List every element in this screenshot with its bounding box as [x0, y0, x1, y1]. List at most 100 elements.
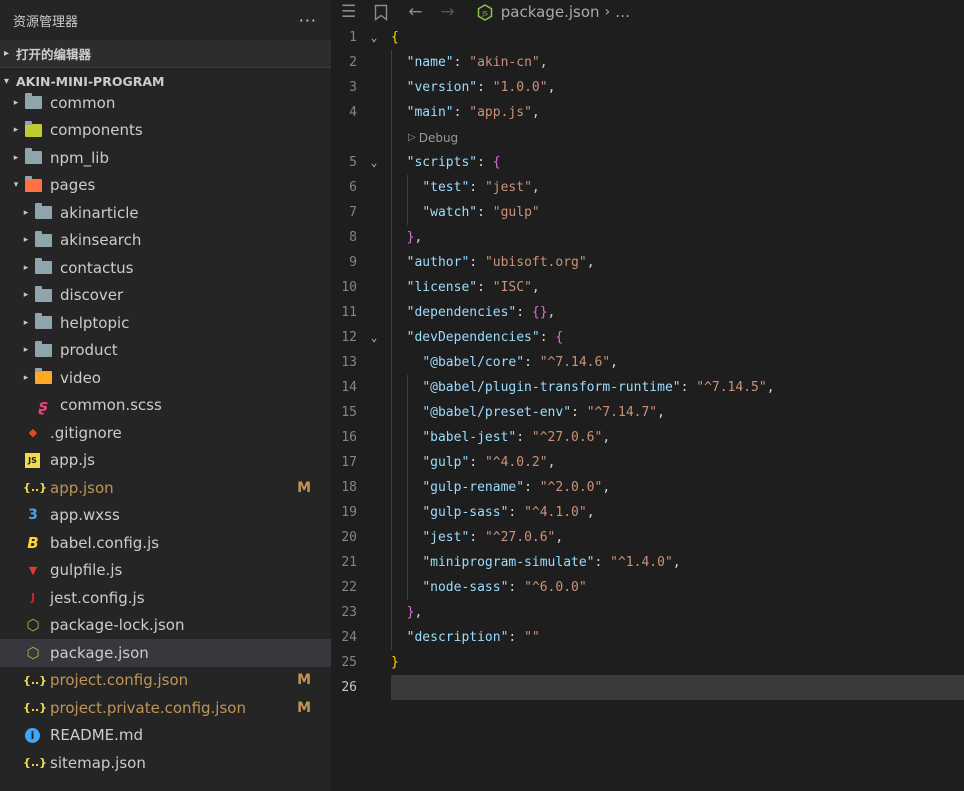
- chevron-right-icon[interactable]: ▸: [8, 125, 24, 135]
- chevron-right-icon[interactable]: ▸: [18, 373, 34, 383]
- fold-chevron-icon[interactable]: ⌄: [357, 156, 391, 169]
- file-tree: ▸ common ▸ components ▸ npm_lib ▾ pages ▸ akinart…: [0, 89, 331, 777]
- tree-item[interactable]: ▸ common: [0, 89, 331, 117]
- code-token: "version": [406, 80, 478, 95]
- code-content: "devDependencies": {: [391, 325, 964, 350]
- chevron-right-icon[interactable]: ▸: [18, 318, 34, 328]
- code-line[interactable]: 13 "@babel/core": "^7.14.6",: [331, 350, 964, 375]
- tree-item[interactable]: Jjest.config.js: [0, 584, 331, 612]
- code-token: :: [508, 630, 525, 645]
- tree-item[interactable]: 3 app.wxss: [0, 502, 331, 530]
- code-token: :: [453, 105, 470, 120]
- code-line[interactable]: 17 "gulp": "^4.0.2",: [331, 450, 964, 475]
- fold-chevron-icon[interactable]: ⌄: [357, 31, 391, 44]
- code-line[interactable]: 19 "gulp-sass": "^4.1.0",: [331, 500, 964, 525]
- outline-list-icon[interactable]: ☰: [341, 2, 356, 22]
- code-line[interactable]: 7 "watch": "gulp": [331, 200, 964, 225]
- line-number: 16: [341, 430, 357, 445]
- code-line[interactable]: 26: [331, 675, 964, 700]
- tree-item[interactable]: ▸ components: [0, 117, 331, 145]
- code-token: ,: [610, 355, 618, 370]
- code-token: "@babel/plugin-transform-runtime": [422, 380, 681, 395]
- chevron-right-icon[interactable]: ▸: [18, 208, 34, 218]
- tree-item[interactable]: {..} sitemap.json: [0, 749, 331, 777]
- modified-badge: M: [297, 699, 311, 716]
- code-line[interactable]: 18 "gulp-rename": "^2.0.0",: [331, 475, 964, 500]
- code-line[interactable]: 21 "miniprogram-simulate": "^1.4.0",: [331, 550, 964, 575]
- sass-icon: ʂ: [38, 395, 48, 415]
- git-icon: ◆: [28, 426, 38, 440]
- tree-item[interactable]: ⬡ package.json: [0, 639, 331, 667]
- code-area[interactable]: 1 ⌄{2 "name": "akin-cn", 3 "version": "1.0…: [331, 25, 964, 700]
- tree-item[interactable]: i README.md: [0, 722, 331, 750]
- tree-item[interactable]: ʂ common.scss: [0, 392, 331, 420]
- babel-icon: B: [27, 533, 39, 552]
- code-line[interactable]: 15 "@babel/preset-env": "^7.14.7",: [331, 400, 964, 425]
- code-content: "babel-jest": "^27.0.6",: [391, 425, 964, 450]
- code-line[interactable]: 20 "jest": "^27.0.6",: [331, 525, 964, 550]
- tree-item[interactable]: {..} project.config.json M: [0, 667, 331, 695]
- tree-item[interactable]: ▸ product: [0, 337, 331, 365]
- code-line[interactable]: 25}: [331, 650, 964, 675]
- chevron-right-icon[interactable]: ▸: [18, 345, 34, 355]
- code-line[interactable]: 14 "@babel/plugin-transform-runtime": "^…: [331, 375, 964, 400]
- chevron-down-icon[interactable]: ▾: [8, 180, 24, 190]
- tree-item[interactable]: {..} project.private.config.json M: [0, 694, 331, 722]
- code-line[interactable]: 16 "babel-jest": "^27.0.6",: [331, 425, 964, 450]
- back-arrow-icon[interactable]: ←: [408, 2, 422, 22]
- tree-item[interactable]: ▸ npm_lib: [0, 144, 331, 172]
- tree-item[interactable]: ▼ gulpfile.js: [0, 557, 331, 585]
- code-token: ,: [586, 255, 595, 270]
- tree-item[interactable]: Bbabel.config.js: [0, 529, 331, 557]
- code-line[interactable]: 4 "main": "app.js",: [331, 100, 964, 125]
- code-token: :: [524, 355, 540, 370]
- chevron-right-icon[interactable]: ▸: [8, 153, 24, 163]
- code-line[interactable]: 1 ⌄{: [331, 25, 964, 50]
- tree-item[interactable]: ▸ video: [0, 364, 331, 392]
- tree-item[interactable]: ▾ pages: [0, 172, 331, 200]
- line-number: 7: [349, 205, 357, 220]
- code-line[interactable]: 8 },: [331, 225, 964, 250]
- code-line[interactable]: 12 ⌄ "devDependencies": {: [331, 325, 964, 350]
- play-icon: ▷: [408, 132, 416, 143]
- breadcrumb-more[interactable]: …: [615, 3, 630, 21]
- tree-item[interactable]: JS app.js: [0, 447, 331, 475]
- forward-arrow-icon[interactable]: →: [441, 2, 455, 22]
- debug-codelens[interactable]: ▷ Debug: [331, 125, 964, 150]
- code-token: "^6.0.0": [524, 580, 587, 595]
- chevron-right-icon[interactable]: ▸: [8, 98, 24, 108]
- tree-item[interactable]: {..} app.json M: [0, 474, 331, 502]
- code-line[interactable]: 23 },: [331, 600, 964, 625]
- code-token: "node-sass": [422, 580, 509, 595]
- tree-item-label: jest.config.js: [50, 588, 145, 607]
- tree-item[interactable]: ▸ akinsearch: [0, 227, 331, 255]
- tree-item[interactable]: ▸ discover: [0, 282, 331, 310]
- open-editors-section[interactable]: ▸ 打开的编辑器: [0, 40, 331, 67]
- tree-item[interactable]: ◆ .gitignore: [0, 419, 331, 447]
- code-line[interactable]: 5 ⌄ "scripts": {: [331, 150, 964, 175]
- code-line[interactable]: 10 "license": "ISC",: [331, 275, 964, 300]
- chevron-right-icon[interactable]: ▸: [18, 263, 34, 273]
- breadcrumb-file[interactable]: package.json: [501, 3, 600, 21]
- fold-chevron-icon[interactable]: ⌄: [357, 331, 391, 344]
- tree-item[interactable]: ⬡ package-lock.json: [0, 612, 331, 640]
- bookmark-icon[interactable]: [374, 4, 388, 21]
- code-line[interactable]: 24 "description": "": [331, 625, 964, 650]
- code-line[interactable]: 3 "version": "1.0.0",: [331, 75, 964, 100]
- code-line[interactable]: 6 "test": "jest",: [331, 175, 964, 200]
- tree-item-label: README.md: [50, 726, 144, 745]
- tree-item-label: akinarticle: [60, 203, 139, 222]
- more-actions-icon[interactable]: ···: [299, 11, 317, 30]
- tree-item[interactable]: ▸ contactus: [0, 254, 331, 282]
- code-token: "main": [406, 105, 454, 120]
- chevron-right-icon[interactable]: ▸: [18, 290, 34, 300]
- tree-item[interactable]: ▸ akinarticle: [0, 199, 331, 227]
- tree-item[interactable]: ▸ helptopic: [0, 309, 331, 337]
- chevron-right-icon[interactable]: ▸: [18, 235, 34, 245]
- code-line[interactable]: 22 "node-sass": "^6.0.0": [331, 575, 964, 600]
- code-line[interactable]: 9 "author": "ubisoft.org",: [331, 250, 964, 275]
- code-line[interactable]: 2 "name": "akin-cn",: [331, 50, 964, 75]
- code-line[interactable]: 11 "dependencies": {},: [331, 300, 964, 325]
